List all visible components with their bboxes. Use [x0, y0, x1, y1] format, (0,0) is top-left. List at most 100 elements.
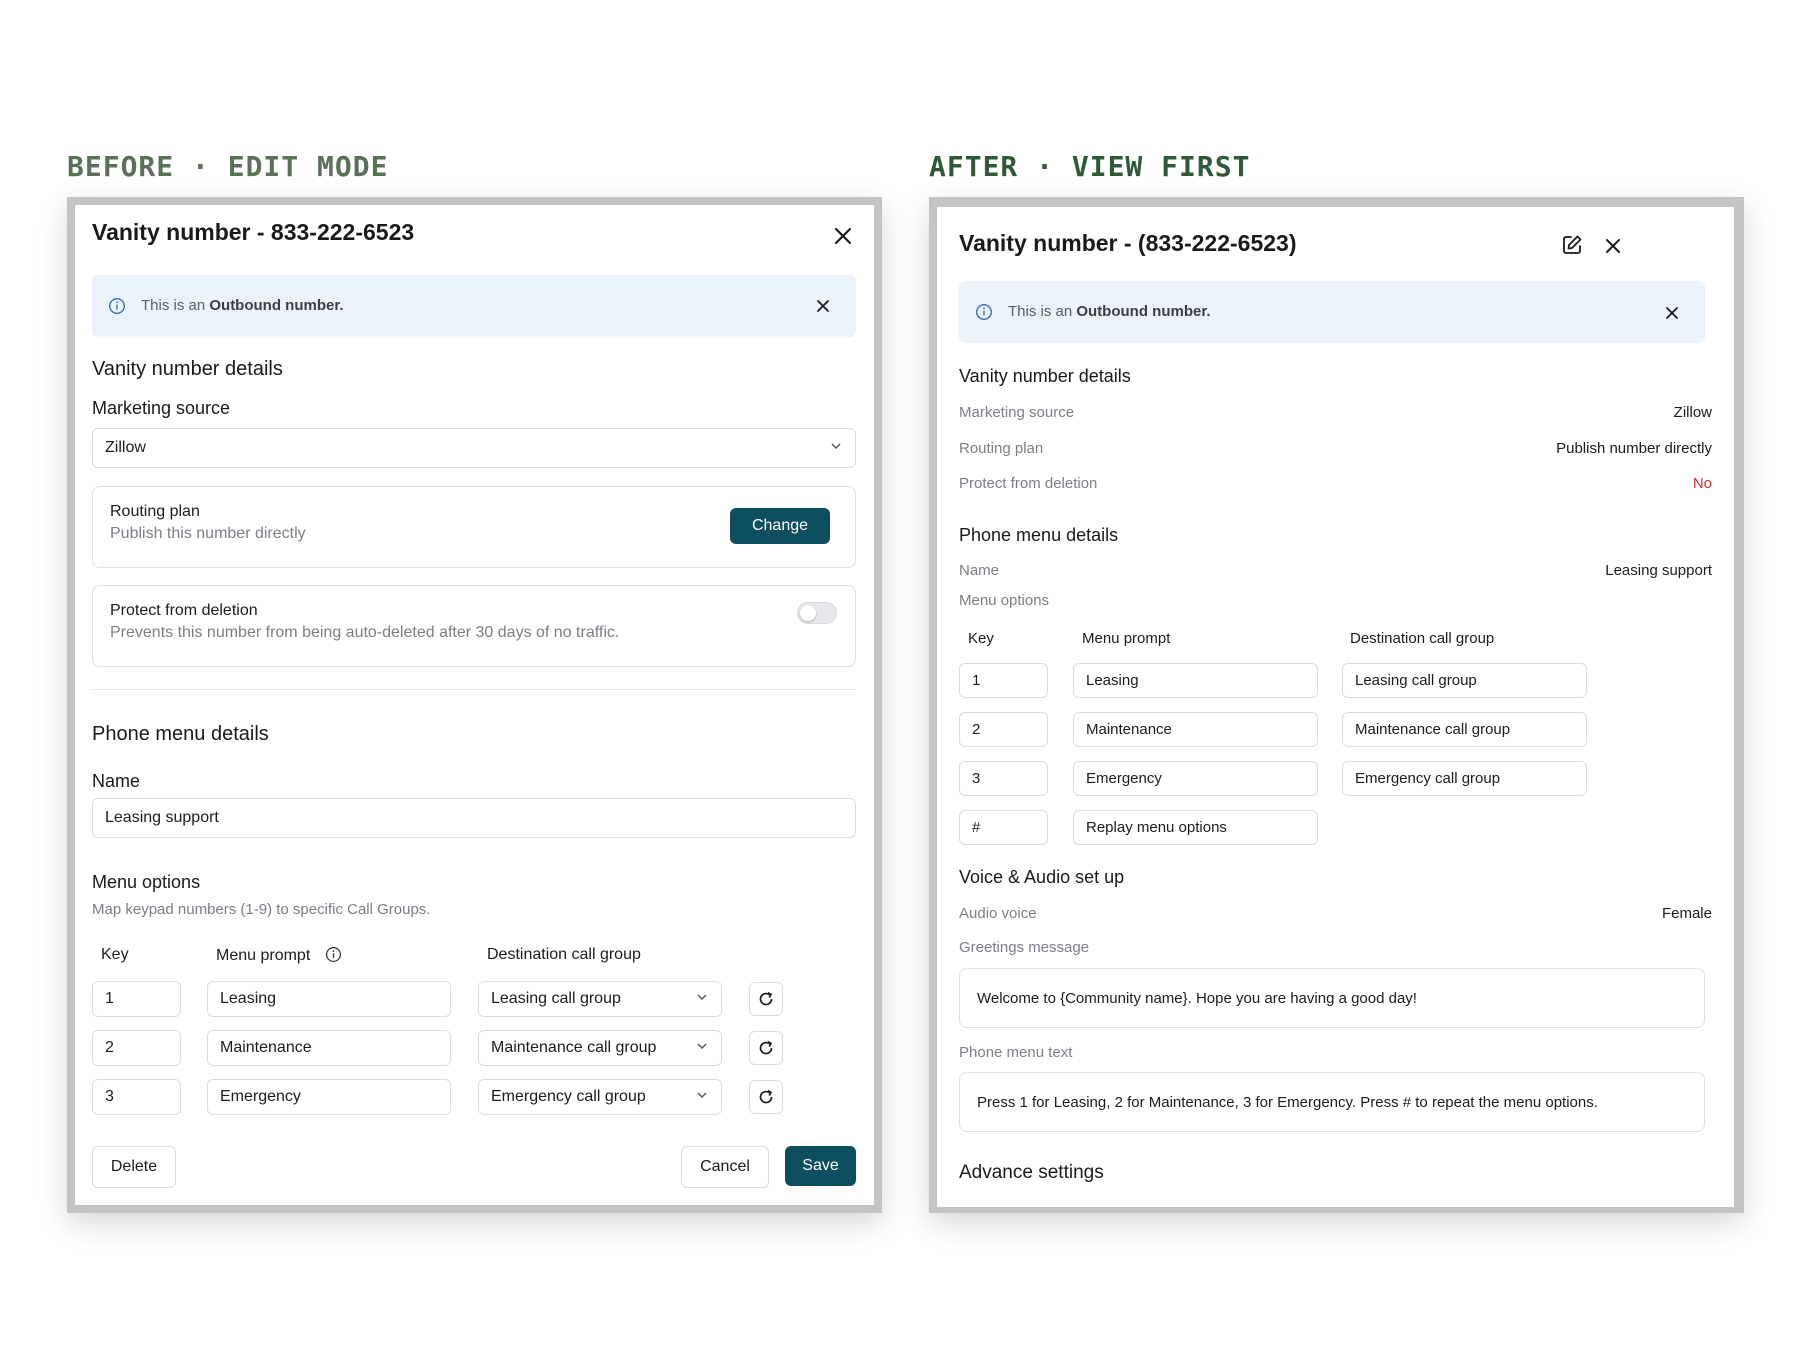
- key-input[interactable]: 3: [92, 1079, 181, 1115]
- dialog-title: Vanity number - 833-222-6523: [92, 219, 415, 245]
- protect-deletion-description: Prevents this number from being auto-del…: [110, 624, 620, 641]
- view-mode-dialog: Vanity number - (833-222-6523) This is a…: [937, 207, 1734, 1207]
- edit-mode-dialog: Vanity number - 833-222-6523 This is an …: [75, 205, 874, 1205]
- audio-voice-label: Audio voice: [959, 905, 1037, 922]
- destination-select[interactable]: Emergency call group: [478, 1079, 722, 1115]
- prompt-input[interactable]: Leasing: [207, 981, 451, 1017]
- info-prefix: This is an: [1008, 303, 1077, 320]
- destination-value: Maintenance call group: [491, 1039, 657, 1056]
- dialog-title: Vanity number - (833-222-6523): [959, 230, 1297, 256]
- prompt-field: Emergency: [1073, 761, 1318, 796]
- destination-value: Emergency call group: [491, 1088, 646, 1105]
- section-phone-menu: Phone menu details: [959, 525, 1119, 545]
- menu-options-label: Menu options: [92, 872, 201, 892]
- delete-button[interactable]: Delete: [92, 1146, 176, 1188]
- detail-label: Routing plan: [959, 440, 1044, 457]
- destination-select[interactable]: Maintenance call group: [478, 1030, 722, 1066]
- prompt-input[interactable]: Maintenance: [207, 1030, 451, 1066]
- prompt-column-header: Menu prompt: [1082, 630, 1171, 647]
- key-column-header: Key: [101, 946, 129, 963]
- key-column-header: Key: [968, 630, 994, 647]
- before-heading: BEFORE · EDIT MODE: [67, 150, 389, 183]
- toggle-knob: [800, 605, 816, 621]
- info-icon[interactable]: [325, 946, 342, 968]
- refresh-icon[interactable]: [749, 982, 783, 1016]
- chevron-down-icon: [695, 1088, 709, 1107]
- refresh-icon[interactable]: [749, 1080, 783, 1114]
- info-strong: Outbound number.: [209, 297, 344, 314]
- section-advance-settings: Advance settings: [959, 1162, 1104, 1183]
- destination-field: Emergency call group: [1342, 761, 1587, 796]
- name-label: Name: [92, 771, 141, 791]
- marketing-source-label: Marketing source: [92, 398, 231, 418]
- detail-value: Zillow: [1673, 404, 1712, 421]
- name-input[interactable]: Leasing support: [92, 798, 856, 838]
- destination-column-header: Destination call group: [487, 946, 641, 963]
- refresh-icon[interactable]: [749, 1031, 783, 1065]
- destination-field: Maintenance call group: [1342, 712, 1587, 747]
- key-field: 2: [959, 712, 1048, 747]
- greetings-label: Greetings message: [959, 939, 1090, 956]
- destination-column-header: Destination call group: [1350, 630, 1495, 647]
- after-heading: AFTER · VIEW FIRST: [929, 150, 1251, 183]
- key-field: 1: [959, 663, 1048, 698]
- protect-status-value: No: [1692, 475, 1712, 492]
- change-routing-button[interactable]: Change: [730, 508, 830, 544]
- info-banner: This is an Outbound number.: [92, 275, 856, 337]
- key-field: #: [959, 810, 1048, 845]
- dismiss-banner-icon[interactable]: [815, 298, 831, 319]
- key-field: 3: [959, 761, 1048, 796]
- cancel-button[interactable]: Cancel: [681, 1146, 769, 1188]
- protect-deletion-toggle[interactable]: [797, 602, 837, 624]
- info-icon: [975, 303, 993, 326]
- routing-plan-card: Routing plan Publish this number directl…: [92, 486, 856, 568]
- greetings-message-box: Welcome to {Community name}. Hope you ar…: [959, 968, 1705, 1028]
- key-input[interactable]: 2: [92, 1030, 181, 1066]
- prompt-field: Leasing: [1073, 663, 1318, 698]
- close-icon[interactable]: [831, 224, 855, 248]
- section-divider: [92, 689, 856, 690]
- section-vanity-details: Vanity number details: [92, 358, 283, 380]
- prompt-field: Maintenance: [1073, 712, 1318, 747]
- name-label: Name: [959, 562, 1000, 579]
- key-input[interactable]: 1: [92, 981, 181, 1017]
- info-strong: Outbound number.: [1076, 303, 1211, 320]
- close-icon[interactable]: [1603, 236, 1623, 256]
- detail-label: Protect from deletion: [959, 475, 1098, 492]
- detail-value: Publish number directly: [1556, 440, 1712, 457]
- save-button[interactable]: Save: [785, 1146, 856, 1186]
- destination-value: Leasing call group: [491, 990, 621, 1007]
- phone-menu-text-label: Phone menu text: [959, 1044, 1073, 1061]
- info-message: This is an Outbound number.: [1008, 303, 1211, 320]
- detail-label: Marketing source: [959, 404, 1075, 421]
- phone-menu-text-box: Press 1 for Leasing, 2 for Maintenance, …: [959, 1072, 1705, 1132]
- menu-options-label: Menu options: [959, 592, 1050, 609]
- dismiss-banner-icon[interactable]: [1664, 305, 1680, 326]
- info-icon: [108, 297, 126, 320]
- menu-options-description: Map keypad numbers (1-9) to specific Cal…: [92, 901, 431, 918]
- info-message: This is an Outbound number.: [141, 297, 344, 314]
- info-prefix: This is an: [141, 297, 210, 314]
- prompt-input[interactable]: Emergency: [207, 1079, 451, 1115]
- name-value: Leasing support: [1605, 562, 1712, 579]
- edit-icon[interactable]: [1560, 233, 1584, 257]
- destination-field: Leasing call group: [1342, 663, 1587, 698]
- edit-mode-frame: Vanity number - 833-222-6523 This is an …: [67, 197, 882, 1213]
- marketing-source-select[interactable]: Zillow: [92, 428, 856, 468]
- chevron-down-icon: [829, 439, 843, 458]
- chevron-down-icon: [695, 990, 709, 1009]
- protect-deletion-label: Protect from deletion: [110, 602, 258, 619]
- section-voice-audio: Voice & Audio set up: [959, 867, 1125, 887]
- prompt-header-text: Menu prompt: [216, 947, 311, 964]
- audio-voice-value: Female: [1661, 905, 1712, 922]
- destination-select[interactable]: Leasing call group: [478, 981, 722, 1017]
- protect-deletion-card: Protect from deletion Prevents this numb…: [92, 585, 856, 667]
- view-mode-frame: Vanity number - (833-222-6523) This is a…: [929, 197, 1744, 1213]
- section-vanity-details: Vanity number details: [959, 366, 1131, 386]
- chevron-down-icon: [695, 1039, 709, 1058]
- prompt-column-header: Menu prompt: [216, 946, 342, 968]
- marketing-source-value: Zillow: [105, 439, 146, 456]
- info-banner: This is an Outbound number.: [959, 281, 1705, 343]
- prompt-field: Replay menu options: [1073, 810, 1318, 845]
- routing-plan-label: Routing plan: [110, 503, 200, 520]
